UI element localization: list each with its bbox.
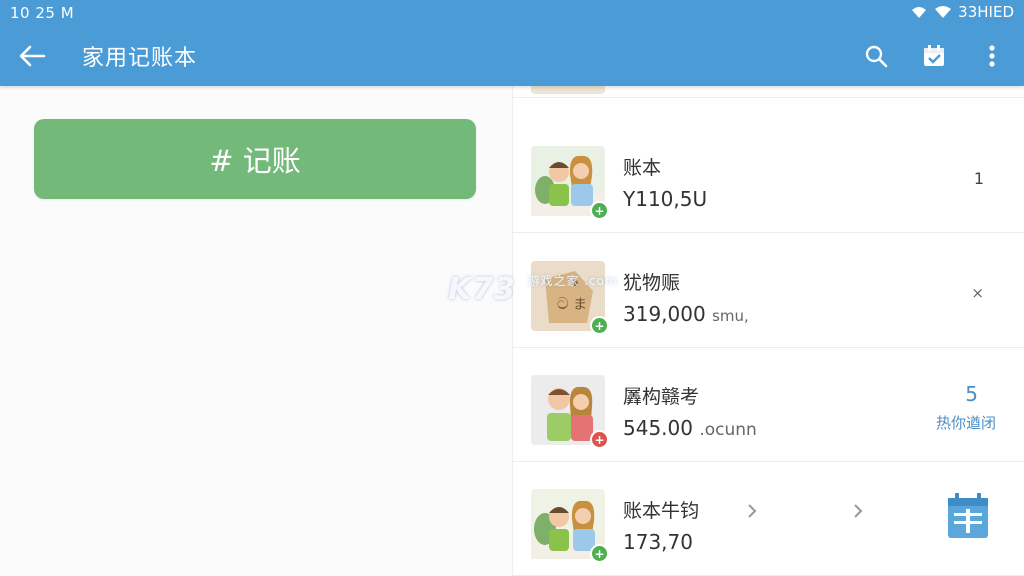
add-badge-icon: + xyxy=(590,430,609,449)
watermark-text: K73 xyxy=(448,272,516,307)
status-icons: 33HIED xyxy=(910,3,1014,21)
close-icon[interactable]: × xyxy=(971,284,984,302)
wifi-icon xyxy=(935,6,952,18)
status-battery-text: 33HIED xyxy=(958,3,1014,21)
account-thumbnail: + xyxy=(531,375,609,449)
list-item[interactable]: + 羼构赣考 545.00 .ocunn 5 热你遒闭 xyxy=(513,348,1024,462)
calendar-button[interactable] xyxy=(916,38,952,74)
search-button[interactable] xyxy=(858,38,894,74)
back-button[interactable] xyxy=(14,40,50,72)
share-count: 5 xyxy=(965,382,978,406)
account-thumbnail xyxy=(531,86,605,94)
account-amount: 173,70 xyxy=(623,530,693,554)
amount-value: 545.00 xyxy=(623,416,693,440)
watermark-subtext: 游戏之家 .com xyxy=(527,274,618,288)
wifi-icon xyxy=(912,7,927,18)
list-item[interactable]: + 账本牛钧 173,70 xyxy=(513,462,1024,576)
list-item[interactable]: + 账本 Y110,5U 1 xyxy=(513,119,1024,233)
add-badge-icon: + xyxy=(590,544,609,563)
status-time: 10 25 M xyxy=(10,4,75,22)
account-name: 账本 xyxy=(623,157,662,179)
page-title: 家用记账本 xyxy=(82,46,198,71)
account-count: 1 xyxy=(973,169,984,188)
ledger-icon[interactable] xyxy=(945,492,991,540)
account-amount: 319,000 smu, xyxy=(623,302,749,326)
amount-value: 319,000 xyxy=(623,302,706,326)
app-bar: 家用记账本 xyxy=(0,26,1024,86)
account-thumbnail: + xyxy=(531,146,609,220)
amount-value: Y110,5U xyxy=(623,187,708,211)
more-vert-icon xyxy=(989,45,995,67)
record-button[interactable]: # 记账 xyxy=(34,119,476,199)
chevron-right-icon[interactable] xyxy=(853,504,863,518)
add-badge-icon: + xyxy=(590,316,609,335)
account-amount: 545.00 .ocunn xyxy=(623,416,757,440)
list-item-partial xyxy=(513,86,1024,98)
add-badge-icon: + xyxy=(590,201,609,220)
account-name: 账本牛钧 xyxy=(623,500,700,522)
account-name: 犹物赈 xyxy=(623,272,681,294)
arrow-left-icon xyxy=(19,45,46,67)
amount-unit: .ocunn xyxy=(699,420,757,440)
share-link[interactable]: 热你遒闭 xyxy=(936,412,996,433)
search-icon xyxy=(865,45,888,68)
amount-unit: smu, xyxy=(712,307,749,325)
more-options-button[interactable] xyxy=(974,38,1010,74)
status-bar: 10 25 M 33HIED xyxy=(0,0,1024,26)
left-panel: # 记账 xyxy=(0,86,512,576)
account-list: + 账本 Y110,5U 1 ට ま + 犹物赈 319,000 smu, × xyxy=(513,86,1024,576)
watermark-logo: K73 游戏之家 .com xyxy=(448,272,618,307)
amount-value: 173,70 xyxy=(623,530,693,554)
chevron-right-icon[interactable] xyxy=(747,504,757,518)
account-amount: Y110,5U xyxy=(623,187,707,211)
account-name: 羼构赣考 xyxy=(623,386,700,408)
calendar-check-icon xyxy=(924,45,944,66)
account-thumbnail: + xyxy=(531,489,609,563)
